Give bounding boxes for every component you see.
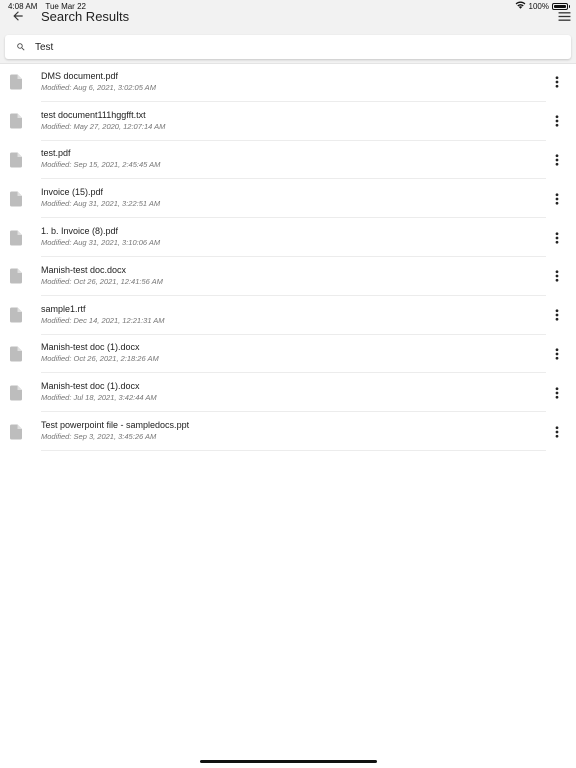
file-modified: Modified: May 27, 2020, 12:07:14 AM [41,121,166,131]
document-icon [10,113,22,129]
document-icon [10,385,22,401]
more-options-button[interactable] [552,75,562,89]
back-button[interactable] [8,6,28,26]
file-modified: Modified: Dec 14, 2021, 12:21:31 AM [41,315,165,325]
file-row[interactable]: Manish-test doc.docx Modified: Oct 26, 2… [0,257,576,296]
file-name: Manish-test doc (1).docx [41,342,140,353]
file-text: Manish-test doc (1).docx Modified: Oct 2… [41,335,546,374]
file-modified: Modified: Sep 3, 2021, 3:45:26 AM [41,432,157,442]
more-vertical-icon [555,348,559,360]
more-options-button[interactable] [552,386,562,400]
app-header: 4:08 AM Tue Mar 22 100% Search Results [0,0,576,64]
file-row[interactable]: Manish-test doc (1).docx Modified: Oct 2… [0,335,576,374]
file-name: 1. b. Invoice (8).pdf [41,226,119,237]
more-options-button[interactable] [552,114,562,128]
arrow-back-icon [13,11,23,21]
file-row[interactable]: Invoice (15).pdf Modified: Aug 31, 2021,… [0,179,576,219]
more-vertical-icon [555,387,559,399]
file-modified: Modified: Aug 31, 2021, 3:22:51 AM [41,199,161,209]
file-name: Manish-test doc.docx [41,264,127,275]
document-icon [10,268,22,284]
more-vertical-icon [555,154,559,166]
more-options-button[interactable] [552,347,562,361]
file-text: test.pdf Modified: Sep 15, 2021, 2:45:45… [41,141,546,180]
document-icon [10,152,22,168]
more-vertical-icon [555,115,559,127]
file-row[interactable]: test.pdf Modified: Sep 15, 2021, 2:45:45… [0,141,576,180]
file-text: 1. b. Invoice (8).pdf Modified: Aug 31, … [41,218,546,257]
more-options-button[interactable] [552,231,562,245]
file-name: Test powerpoint file - sampledocs.ppt [41,420,190,431]
page-title: Search Results [41,9,130,24]
document-icon [10,74,22,90]
more-vertical-icon [555,425,559,438]
file-modified: Modified: Oct 26, 2021, 2:18:26 AM [41,354,159,364]
more-vertical-icon [555,309,559,321]
file-row[interactable]: 1. b. Invoice (8).pdf Modified: Aug 31, … [0,218,576,257]
file-modified: Modified: Oct 26, 2021, 12:41:56 AM [41,276,163,286]
document-icon [10,424,22,440]
file-name: Invoice (15).pdf [41,187,104,198]
document-icon [10,230,22,246]
search-input[interactable] [33,35,571,59]
more-options-button[interactable] [552,269,562,283]
wifi-icon [515,1,526,11]
file-text: Manish-test doc (1).docx Modified: Jul 1… [41,373,546,413]
document-icon [10,191,22,207]
file-name: DMS document.pdf [41,70,119,81]
hamburger-menu-icon [558,11,570,21]
search-bar [5,35,571,59]
more-options-button[interactable] [552,192,562,206]
file-modified: Modified: Jul 18, 2021, 3:42:44 AM [41,393,157,403]
file-row[interactable]: Manish-test doc (1).docx Modified: Jul 1… [0,373,576,413]
file-row[interactable]: test document111hggfft.txt Modified: May… [0,102,576,141]
file-text: Test powerpoint file - sampledocs.ppt Mo… [41,412,546,451]
file-name: test.pdf [41,148,71,159]
menu-button[interactable] [556,8,572,24]
file-name: test document111hggfft.txt [41,109,146,120]
file-list: DMS document.pdf Modified: Aug 6, 2021, … [0,63,576,451]
more-vertical-icon [555,231,559,244]
more-vertical-icon [555,76,559,89]
more-options-button[interactable] [552,153,562,167]
file-row[interactable]: sample1.rtf Modified: Dec 14, 2021, 12:2… [0,296,576,335]
battery-percent: 100% [528,1,549,11]
file-row[interactable]: DMS document.pdf Modified: Aug 6, 2021, … [0,63,576,102]
file-modified: Modified: Aug 6, 2021, 3:02:05 AM [41,82,156,92]
home-indicator [200,760,377,763]
file-text: sample1.rtf Modified: Dec 14, 2021, 12:2… [41,296,546,335]
more-vertical-icon [555,193,559,205]
file-row[interactable]: Test powerpoint file - sampledocs.ppt Mo… [0,412,576,451]
file-modified: Modified: Aug 31, 2021, 3:10:06 AM [41,238,161,248]
file-text: DMS document.pdf Modified: Aug 6, 2021, … [41,63,546,102]
document-icon [10,346,22,362]
search-icon [5,42,33,52]
file-modified: Modified: Sep 15, 2021, 2:45:45 AM [41,160,161,170]
file-name: Manish-test doc (1).docx [41,381,140,392]
file-text: Invoice (15).pdf Modified: Aug 31, 2021,… [41,179,546,219]
document-icon [10,307,22,323]
more-options-button[interactable] [552,308,562,322]
file-text: test document111hggfft.txt Modified: May… [41,102,546,141]
more-options-button[interactable] [552,425,562,439]
file-text: Manish-test doc.docx Modified: Oct 26, 2… [41,257,546,296]
more-vertical-icon [555,270,559,283]
file-name: sample1.rtf [41,303,86,314]
